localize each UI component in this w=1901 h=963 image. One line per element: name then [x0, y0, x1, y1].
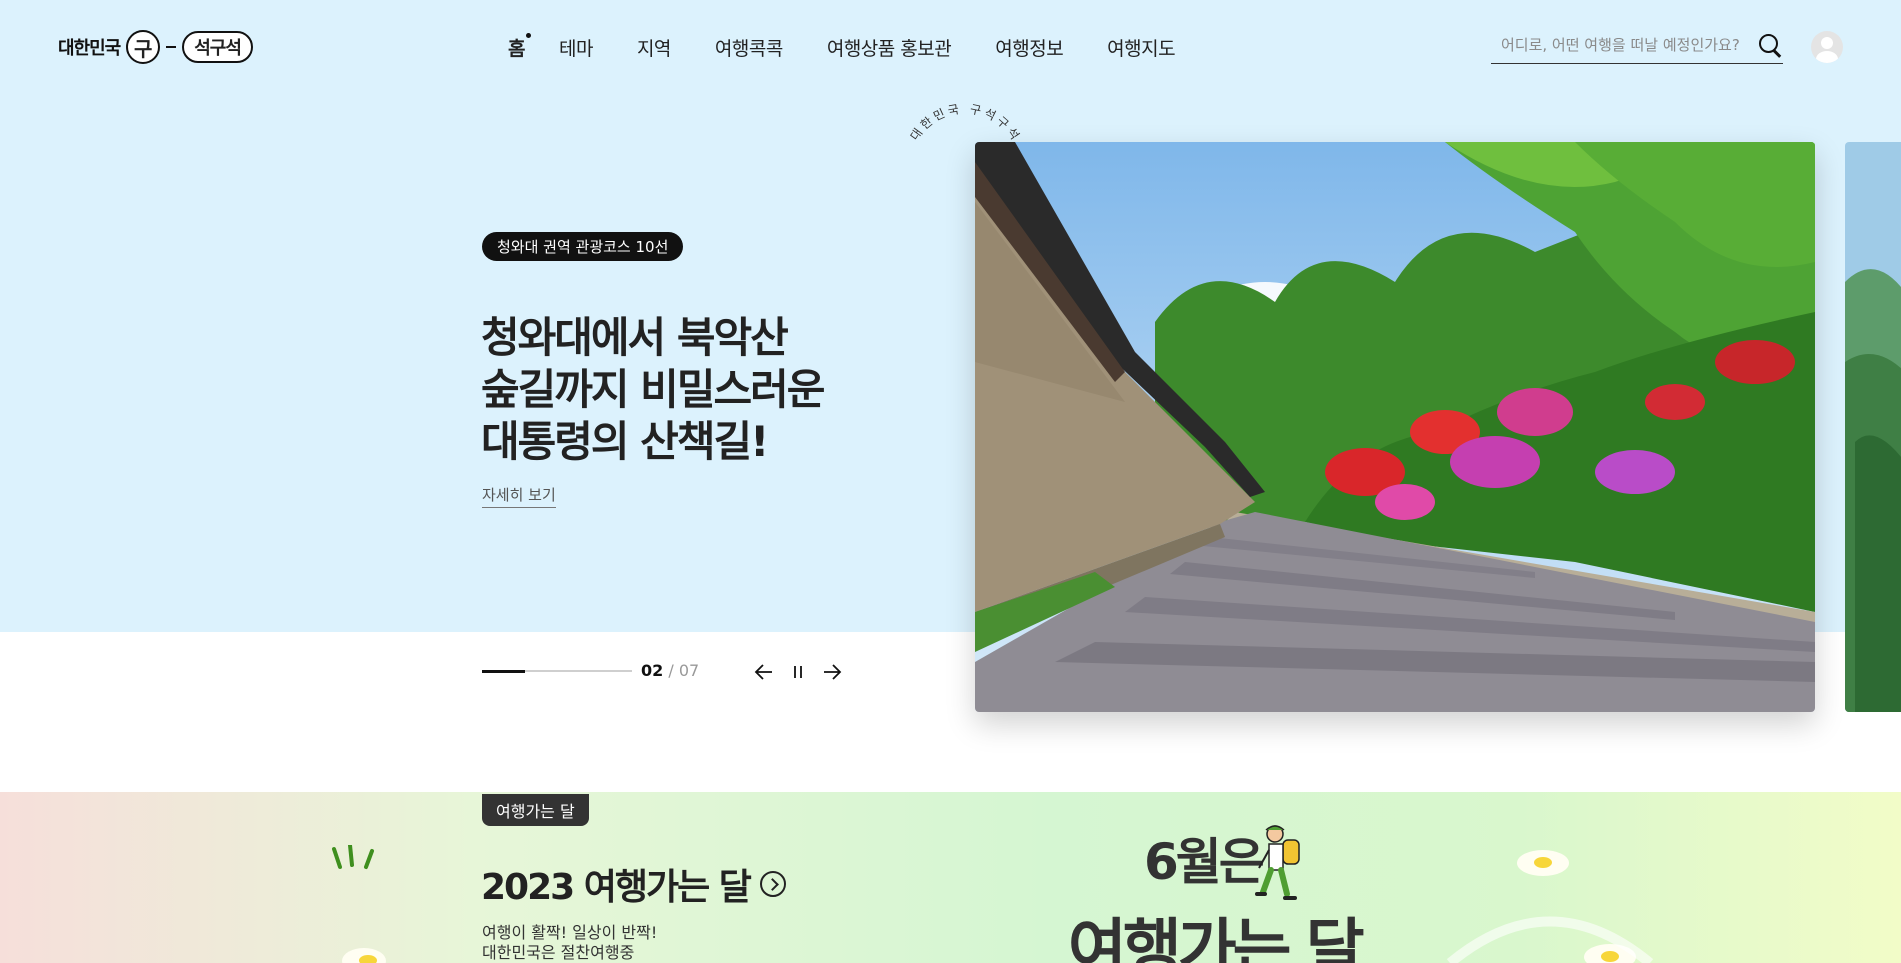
slide-current: 02 — [641, 661, 664, 680]
travel-month-title[interactable]: 2023 여행가는 달 — [481, 858, 786, 910]
hero-title-line: 대통령의 산책길! — [481, 417, 769, 466]
logo-circle-mark: 구 — [126, 30, 161, 64]
arrow-left-icon[interactable] — [752, 660, 776, 684]
nav-item-travel-kokkok[interactable]: 여행콕콕 — [715, 34, 783, 61]
logo-text: 대한민국 — [58, 38, 121, 59]
nav-item-travel-map[interactable]: 여행지도 — [1107, 34, 1175, 61]
subtitle-line: 대한민국은 절찬여행중 — [482, 943, 635, 962]
nav-item-travel-products[interactable]: 여행상품 홍보관 — [827, 34, 952, 61]
arrow-right-icon[interactable] — [820, 660, 844, 684]
hero-title-line: 청와대에서 북악산 — [481, 313, 789, 362]
slide-total: 07 — [678, 661, 700, 680]
promo-headline-line2: 여행가는 달 — [1068, 913, 1365, 963]
slide-counter: 02 / 07 — [641, 661, 699, 680]
nav-item-theme[interactable]: 테마 — [559, 34, 593, 61]
slide-separator: / — [668, 661, 674, 680]
nav-item-travel-info[interactable]: 여행정보 — [995, 34, 1063, 61]
hero-title: 청와대에서 북악산 숲길까지 비밀스러운 대통령의 산책길! — [481, 312, 901, 468]
arc-decoration — [1446, 916, 1654, 963]
search-bar — [1491, 26, 1783, 64]
palace-wall-path-image — [975, 142, 1815, 712]
travel-month-title-text: 2023 여행가는 달 — [481, 867, 752, 908]
hero-category-badge: 청와대 권역 관광코스 10선 — [482, 232, 684, 261]
see-more-link[interactable]: 자세히 보기 — [482, 484, 556, 508]
search-icon[interactable] — [1757, 32, 1783, 58]
hiker-illustration-icon — [1255, 825, 1300, 900]
hero-slide-image[interactable] — [975, 142, 1815, 712]
search-input[interactable] — [1491, 35, 1757, 54]
next-slide-preview[interactable] — [1845, 142, 1901, 712]
logo-pill-mark: 석구석 — [182, 31, 253, 63]
sprout-decoration-icon — [332, 845, 374, 869]
subtitle-line: 여행이 활짝! 일상이 반짝! — [482, 923, 658, 942]
promo-headline-line1: 6월은 — [1144, 833, 1265, 891]
slide-progress-fill — [482, 669, 525, 673]
site-header: 대한민국 구 석구석 홈 테마 지역 여행콕콕 여행상품 홍보관 여행정보 여행… — [0, 0, 1901, 95]
site-logo[interactable]: 대한민국 구 석구석 — [58, 29, 253, 65]
nav-item-region[interactable]: 지역 — [637, 34, 671, 61]
logo-connector — [166, 46, 177, 48]
pause-icon[interactable] — [786, 660, 810, 684]
travel-month-badge: 여행가는 달 — [482, 794, 589, 826]
flower-decoration-icon — [1517, 850, 1569, 876]
user-avatar-icon[interactable] — [1811, 31, 1843, 63]
active-dot-icon — [525, 33, 531, 38]
nav-item-home[interactable]: 홈 — [508, 33, 531, 61]
nav-item-label: 홈 — [508, 38, 525, 60]
travel-month-subtitle: 여행이 활짝! 일상이 반짝! 대한민국은 절찬여행중 — [482, 923, 657, 963]
mountain-preview-image — [1845, 142, 1901, 712]
slide-progress-bar — [482, 669, 632, 673]
main-nav: 홈 테마 지역 여행콕콕 여행상품 홍보관 여행정보 여행지도 — [508, 33, 1176, 61]
hero-title-line: 숲길까지 비밀스러운 — [481, 365, 825, 414]
arrow-circle-icon[interactable] — [759, 871, 786, 897]
